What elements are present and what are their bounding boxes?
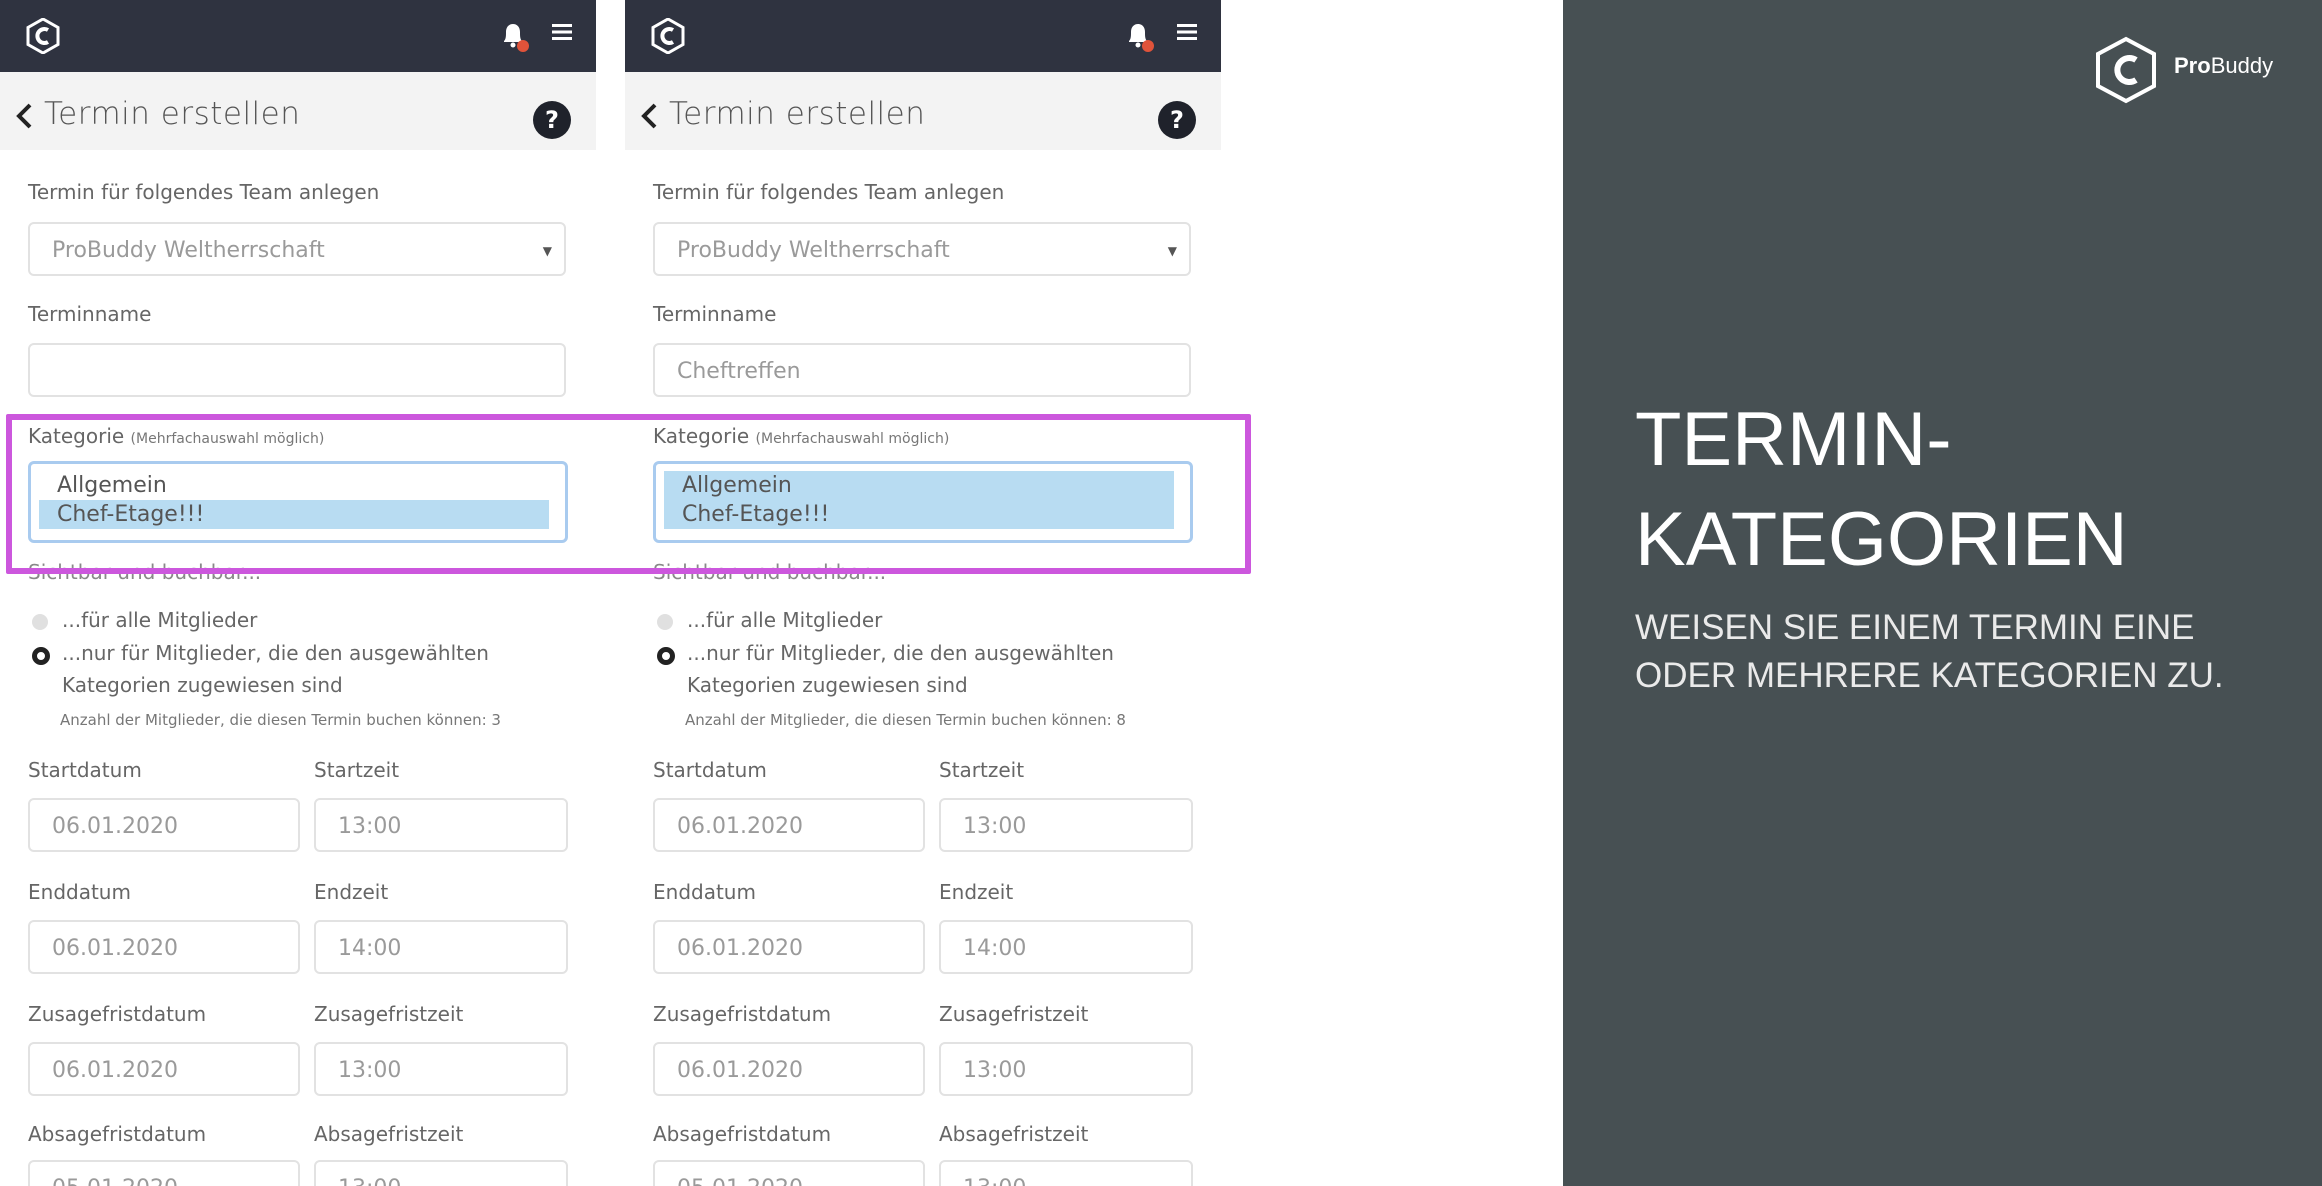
start-date-value: 06.01.2020 (52, 814, 178, 839)
event-name-label: Terminname (653, 302, 777, 326)
accept-deadline-date-value: 06.01.2020 (677, 1058, 803, 1083)
help-icon[interactable]: ? (1158, 101, 1196, 139)
probuddy-logo-icon (2096, 36, 2156, 104)
menu-icon[interactable] (552, 23, 572, 41)
cancel-deadline-time-label: Absagefristzeit (939, 1122, 1089, 1146)
team-select[interactable]: ProBuddy Weltherrschaft ▼ (28, 222, 566, 276)
accept-deadline-date-input[interactable]: 06.01.2020 (28, 1042, 300, 1096)
panel-headline-line-1: TERMIN- (1635, 397, 1952, 482)
panel-headline-line-2: KATEGORIEN (1635, 497, 2128, 582)
team-label: Termin für folgendes Team anlegen (653, 180, 1005, 204)
start-time-value: 13:00 (338, 814, 402, 839)
dropdown-caret-icon: ▼ (542, 244, 552, 258)
radio-category-members-label-1: ...nur für Mitglieder, die den ausgewähl… (62, 641, 489, 665)
radio-all-members-label: ...für alle Mitglieder (687, 608, 883, 632)
accept-deadline-time-label: Zusagefristzeit (939, 1002, 1089, 1026)
page-title: Termin erstellen (669, 96, 926, 132)
end-date-input[interactable]: 06.01.2020 (28, 920, 300, 974)
end-time-input[interactable]: 14:00 (939, 920, 1193, 974)
end-date-input[interactable]: 06.01.2020 (653, 920, 925, 974)
start-time-input[interactable]: 13:00 (939, 798, 1193, 852)
help-icon[interactable]: ? (533, 101, 571, 139)
event-name-value: Cheftreffen (677, 359, 801, 384)
end-date-value: 06.01.2020 (677, 936, 803, 961)
event-name-input[interactable] (28, 343, 566, 397)
bell-icon[interactable] (496, 18, 532, 54)
cancel-deadline-date-input[interactable]: 05.01.2020 (28, 1160, 300, 1186)
end-date-value: 06.01.2020 (52, 936, 178, 961)
end-date-label: Enddatum (28, 880, 131, 904)
cancel-deadline-date-value: 05.01.2020 (52, 1176, 178, 1186)
start-date-input[interactable]: 06.01.2020 (653, 798, 925, 852)
radio-category-members-label-2: Kategorien zugewiesen sind (62, 673, 343, 697)
start-time-label: Startzeit (314, 758, 400, 782)
end-time-label: Endzeit (314, 880, 389, 904)
radio-all-members-label: ...für alle Mitglieder (62, 608, 258, 632)
end-time-input[interactable]: 14:00 (314, 920, 568, 974)
team-select[interactable]: ProBuddy Weltherrschaft ▼ (653, 222, 1191, 276)
member-count: Anzahl der Mitglieder, die diesen Termin… (60, 711, 501, 729)
radio-all-members[interactable] (657, 614, 673, 630)
radio-category-members-label-1: ...nur für Mitglieder, die den ausgewähl… (687, 641, 1114, 665)
cancel-deadline-date-value: 05.01.2020 (677, 1176, 803, 1186)
app-topbar (625, 0, 1221, 72)
accept-deadline-time-value: 13:00 (963, 1058, 1027, 1083)
back-chevron-icon[interactable] (639, 102, 659, 130)
start-date-input[interactable]: 06.01.2020 (28, 798, 300, 852)
dropdown-caret-icon: ▼ (1167, 244, 1177, 258)
bell-icon[interactable] (1121, 18, 1157, 54)
app-topbar (0, 0, 596, 72)
cancel-deadline-time-value: 13:00 (963, 1176, 1026, 1186)
radio-category-members[interactable] (32, 647, 50, 665)
panel-subline: Weisen sie einem Termin eine oder mehrer… (1635, 608, 2224, 695)
probuddy-logo-icon[interactable] (26, 18, 60, 54)
cancel-deadline-time-input[interactable]: 13:00 (314, 1160, 568, 1186)
radio-all-members[interactable] (32, 614, 48, 630)
info-panel (1563, 0, 2322, 1186)
team-select-value: ProBuddy Weltherrschaft (52, 238, 325, 263)
cancel-deadline-time-label: Absagefristzeit (314, 1122, 464, 1146)
cancel-deadline-date-input[interactable]: 05.01.2020 (653, 1160, 925, 1186)
cancel-deadline-time-value: 13:00 (338, 1176, 401, 1186)
start-time-input[interactable]: 13:00 (314, 798, 568, 852)
start-date-value: 06.01.2020 (677, 814, 803, 839)
probuddy-logo-icon[interactable] (651, 18, 685, 54)
app-screen-cheftreffen: Termin erstellen ? Termin für folgendes … (625, 0, 1221, 1186)
accept-deadline-date-input[interactable]: 06.01.2020 (653, 1042, 925, 1096)
radio-category-members-label-2: Kategorien zugewiesen sind (687, 673, 968, 697)
end-time-value: 14:00 (338, 936, 402, 961)
event-name-input[interactable]: Cheftreffen (653, 343, 1191, 397)
accept-deadline-date-label: Zusagefristdatum (653, 1002, 832, 1026)
accept-deadline-date-label: Zusagefristdatum (28, 1002, 207, 1026)
event-name-label: Terminname (28, 302, 152, 326)
team-select-value: ProBuddy Weltherrschaft (677, 238, 950, 263)
cancel-deadline-date-label: Absagefristdatum (28, 1122, 207, 1146)
team-label: Termin für folgendes Team anlegen (28, 180, 380, 204)
radio-category-members[interactable] (657, 647, 675, 665)
menu-icon[interactable] (1177, 23, 1197, 41)
accept-deadline-time-label: Zusagefristzeit (314, 1002, 464, 1026)
page-title: Termin erstellen (44, 96, 301, 132)
cancel-deadline-date-label: Absagefristdatum (653, 1122, 832, 1146)
brand-name-bold: Pro (2174, 53, 2211, 78)
back-chevron-icon[interactable] (14, 102, 34, 130)
accept-deadline-time-input[interactable]: 13:00 (314, 1042, 568, 1096)
member-count: Anzahl der Mitglieder, die diesen Termin… (685, 711, 1126, 729)
start-date-label: Startdatum (28, 758, 142, 782)
panel-headline: TERMIN- KATEGORIEN (1635, 390, 2128, 590)
brand-name-rest: Buddy (2210, 53, 2274, 78)
accept-deadline-time-value: 13:00 (338, 1058, 402, 1083)
cancel-deadline-time-input[interactable]: 13:00 (939, 1160, 1193, 1186)
start-time-value: 13:00 (963, 814, 1027, 839)
app-screen-empty-name: Termin erstellen ? Termin für folgendes … (0, 0, 596, 1186)
accept-deadline-date-value: 06.01.2020 (52, 1058, 178, 1083)
start-date-label: Startdatum (653, 758, 767, 782)
end-time-value: 14:00 (963, 936, 1027, 961)
brand-name: ProBuddy (2174, 53, 2273, 79)
category-highlight-frame (6, 414, 1251, 574)
start-time-label: Startzeit (939, 758, 1025, 782)
accept-deadline-time-input[interactable]: 13:00 (939, 1042, 1193, 1096)
end-date-label: Enddatum (653, 880, 756, 904)
end-time-label: Endzeit (939, 880, 1014, 904)
